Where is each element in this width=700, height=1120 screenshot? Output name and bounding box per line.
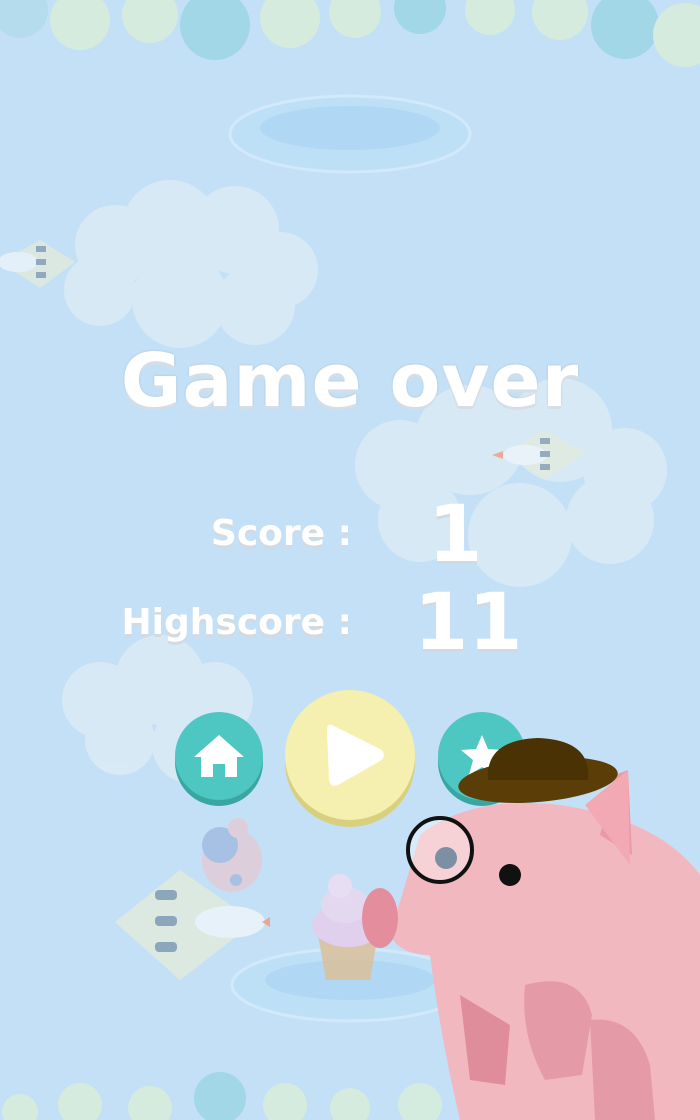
game-over-screen: Game over Score : 1 Highscore : 11 [0,0,700,1120]
pig-eye [499,864,521,886]
game-over-title: Game over [120,338,580,424]
score-label: Score : [210,513,352,554]
score-value: 1 [428,490,483,580]
monocle [406,816,474,884]
highscore-label: Highscore : [121,602,352,643]
pig-snout [362,888,398,948]
home-icon [194,735,244,777]
pig-character [362,738,700,1120]
home-button[interactable] [175,712,263,800]
highscore-value: 11 [414,578,523,668]
